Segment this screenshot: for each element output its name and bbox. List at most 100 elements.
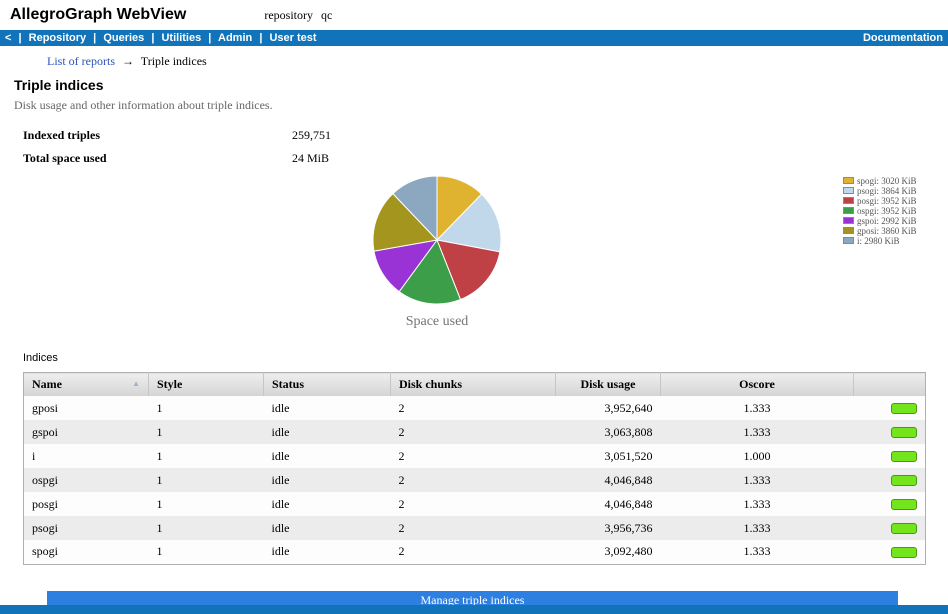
main-navbar: < | Repository | Queries | Utilities | A… — [0, 30, 948, 46]
nav-item-repository[interactable]: Repository — [29, 32, 86, 44]
cell-health — [854, 468, 926, 492]
col-header-name[interactable]: Name ▲ — [24, 373, 149, 397]
legend-label: spogi: 3020 KiB — [857, 176, 917, 186]
cell-disk-usage: 4,046,848 — [556, 468, 661, 492]
nav-separator: | — [259, 32, 262, 44]
cell-health — [854, 540, 926, 564]
col-header-disk-chunks[interactable]: Disk chunks — [391, 373, 556, 397]
nav-item-queries[interactable]: Queries — [103, 32, 144, 44]
table-row-i: i 1 idle 2 3,051,520 1.000 — [24, 444, 926, 468]
cell-health — [854, 444, 926, 468]
table-row-ospgi: ospgi 1 idle 2 4,046,848 1.333 — [24, 468, 926, 492]
indices-table-header: Name ▲ Style Status Disk chunks Disk usa… — [24, 373, 926, 397]
app-header: AllegroGraph WebView repository qc — [0, 0, 948, 30]
col-header-health — [854, 373, 926, 397]
cell-health — [854, 396, 926, 420]
pie-chart — [371, 174, 503, 306]
cell-disk-chunks: 2 — [391, 444, 556, 468]
legend-item: psogi: 3864 KiB — [843, 186, 917, 195]
cell-disk-usage: 4,046,848 — [556, 492, 661, 516]
col-header-disk-usage[interactable]: Disk usage — [556, 373, 661, 397]
cell-name: posgi — [24, 492, 149, 516]
cell-oscore: 1.333 — [661, 420, 854, 444]
indices-section-label: Indices — [23, 352, 948, 365]
cell-disk-chunks: 2 — [391, 540, 556, 564]
legend-label: gspoi: 2992 KiB — [857, 216, 917, 226]
cell-disk-chunks: 2 — [391, 420, 556, 444]
health-bar — [891, 523, 917, 534]
legend-label: ospgi: 3952 KiB — [857, 206, 917, 216]
cell-style: 1 — [149, 516, 264, 540]
cell-oscore: 1.000 — [661, 444, 854, 468]
legend-label: i: 2980 KiB — [857, 236, 900, 246]
cell-name: gposi — [24, 396, 149, 420]
health-bar — [891, 403, 917, 414]
cell-health — [854, 420, 926, 444]
legend-swatch-spogi — [843, 177, 854, 184]
cell-disk-usage: 3,956,736 — [556, 516, 661, 540]
cell-status: idle — [264, 492, 391, 516]
legend-swatch-i — [843, 237, 854, 244]
stat-row-indexed-triples: Indexed triples 259,751 — [23, 128, 948, 143]
stat-value: 24 MiB — [292, 151, 329, 166]
cell-name: psogi — [24, 516, 149, 540]
stat-label: Indexed triples — [23, 128, 292, 143]
cell-style: 1 — [149, 492, 264, 516]
cell-style: 1 — [149, 468, 264, 492]
cell-oscore: 1.333 — [661, 540, 854, 564]
table-row-gspoi: gspoi 1 idle 2 3,063,808 1.333 — [24, 420, 926, 444]
nav-separator: | — [208, 32, 211, 44]
cell-disk-chunks: 2 — [391, 468, 556, 492]
health-bar — [891, 427, 917, 438]
col-header-oscore[interactable]: Oscore — [661, 373, 854, 397]
nav-item-admin[interactable]: Admin — [218, 32, 252, 44]
breadcrumb-link-list-of-reports[interactable]: List of reports — [47, 54, 115, 68]
cell-disk-usage: 3,063,808 — [556, 420, 661, 444]
legend-item: i: 2980 KiB — [843, 236, 917, 245]
legend-item: posgi: 3952 KiB — [843, 196, 917, 205]
col-header-name-label: Name — [32, 377, 62, 391]
stat-value: 259,751 — [292, 128, 331, 143]
breadcrumb-current: Triple indices — [141, 54, 207, 68]
legend-label: posgi: 3952 KiB — [857, 196, 917, 206]
table-row-psogi: psogi 1 idle 2 3,956,736 1.333 — [24, 516, 926, 540]
cell-status: idle — [264, 468, 391, 492]
sort-asc-icon: ▲ — [132, 379, 140, 388]
nav-item-documentation[interactable]: Documentation — [863, 32, 943, 44]
col-header-status[interactable]: Status — [264, 373, 391, 397]
repository-name[interactable]: qc — [321, 8, 332, 22]
indices-table-body: gposi 1 idle 2 3,952,640 1.333 gspoi 1 i… — [24, 396, 926, 564]
cell-name: ospgi — [24, 468, 149, 492]
nav-item-utilities[interactable]: Utilities — [161, 32, 201, 44]
nav-separator: | — [19, 32, 22, 44]
col-header-style[interactable]: Style — [149, 373, 264, 397]
legend-label: gposi: 3860 KiB — [857, 226, 917, 236]
nav-item-user-test[interactable]: User test — [269, 32, 316, 44]
cell-style: 1 — [149, 540, 264, 564]
cell-disk-chunks: 2 — [391, 516, 556, 540]
cell-status: idle — [264, 444, 391, 468]
legend-item: gspoi: 2992 KiB — [843, 216, 917, 225]
nav-right: Documentation — [863, 32, 943, 44]
cell-disk-chunks: 2 — [391, 396, 556, 420]
page-title: Triple indices — [14, 77, 948, 93]
nav-collapse-arrow[interactable]: < — [5, 32, 11, 44]
breadcrumb-arrow: → — [122, 54, 134, 68]
app-title: AllegroGraph WebView — [10, 6, 186, 24]
cell-name: gspoi — [24, 420, 149, 444]
table-row-posgi: posgi 1 idle 2 4,046,848 1.333 — [24, 492, 926, 516]
legend-swatch-ospgi — [843, 207, 854, 214]
table-row-gposi: gposi 1 idle 2 3,952,640 1.333 — [24, 396, 926, 420]
legend-label: psogi: 3864 KiB — [857, 186, 917, 196]
legend-swatch-posgi — [843, 197, 854, 204]
cell-oscore: 1.333 — [661, 468, 854, 492]
legend-item: spogi: 3020 KiB — [843, 176, 917, 185]
stat-row-total-space-used: Total space used 24 MiB — [23, 151, 948, 166]
cell-disk-chunks: 2 — [391, 492, 556, 516]
cell-health — [854, 516, 926, 540]
cell-style: 1 — [149, 420, 264, 444]
cell-disk-usage: 3,051,520 — [556, 444, 661, 468]
pie-chart-svg — [371, 174, 503, 306]
nav-separator: | — [151, 32, 154, 44]
cell-status: idle — [264, 540, 391, 564]
